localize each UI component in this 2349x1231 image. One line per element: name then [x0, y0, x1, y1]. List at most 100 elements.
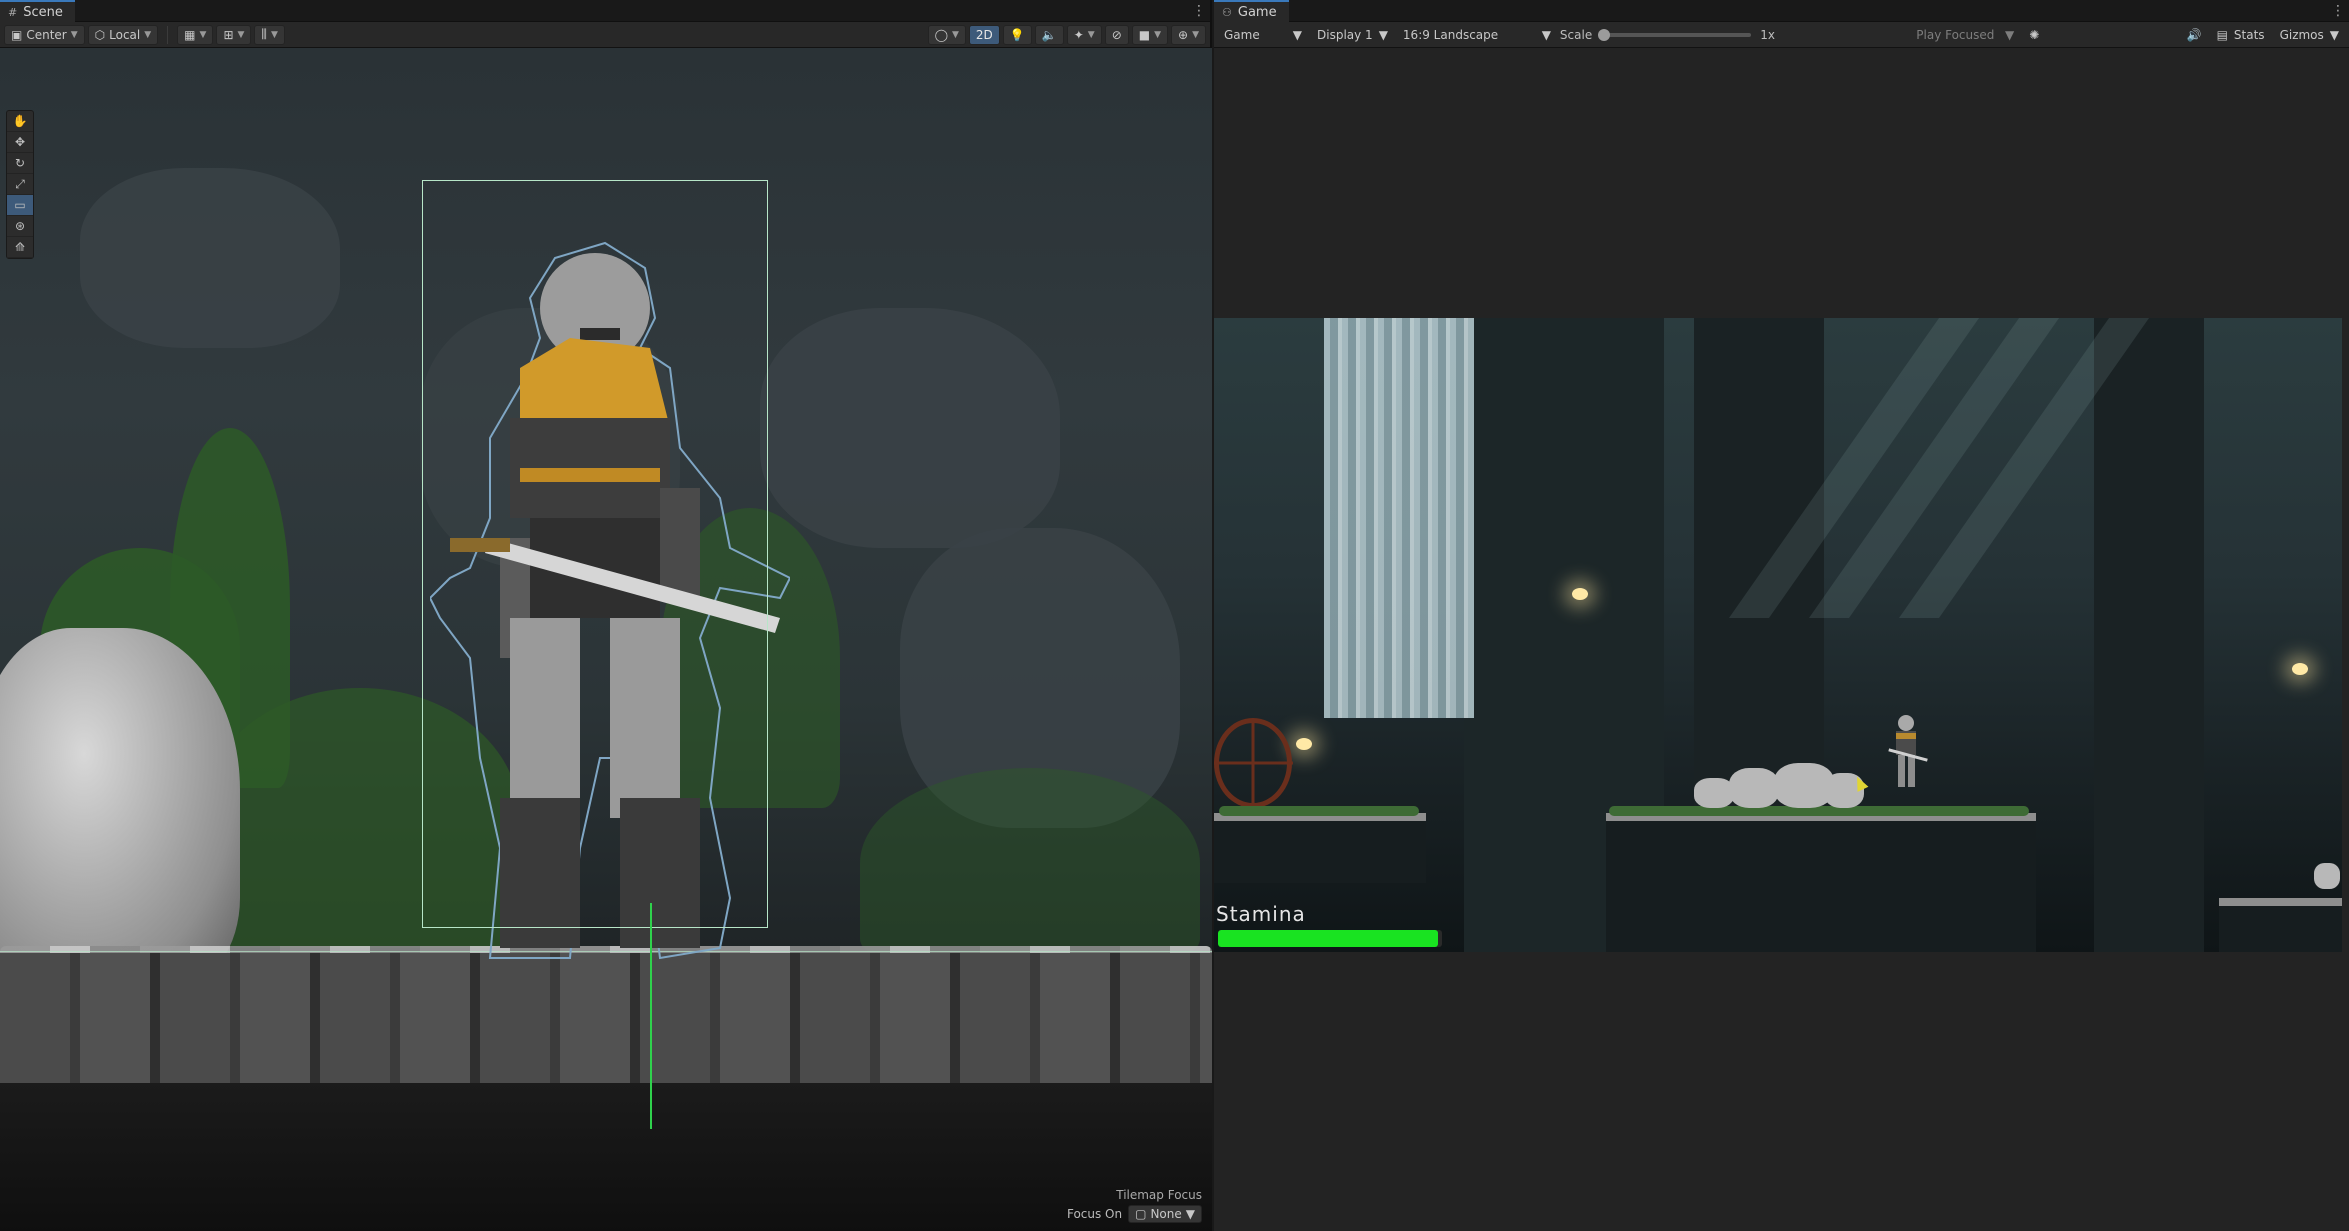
scale-value: 1x	[1760, 27, 1775, 42]
platform-grass	[1609, 806, 2029, 816]
grid-icon: ▦	[184, 27, 196, 42]
tilemap-focus-title: Tilemap Focus	[1116, 1188, 1202, 1202]
bug-icon: ✺	[2029, 27, 2040, 42]
stone-platform-left	[1214, 813, 1426, 883]
cave-cliff	[2094, 318, 2204, 952]
pivot-gizmo[interactable]	[650, 903, 652, 1129]
platform-grass	[1219, 806, 1419, 816]
snap-icon: ⊞	[223, 27, 234, 42]
globe-icon: ⊕	[1178, 27, 1189, 42]
stats-icon: ▤	[2216, 27, 2228, 42]
align-button[interactable]: ⫼ ▼	[254, 24, 285, 45]
game-view-dropdown[interactable]: Game ▼	[1218, 25, 1308, 45]
transform-tool-icon[interactable]: ⊛	[7, 216, 33, 237]
background-rock	[80, 168, 340, 348]
move-tool-icon[interactable]: ✥	[7, 132, 33, 153]
visibility-toggle[interactable]: ⊘	[1104, 24, 1129, 45]
tilemap-focus-overlay: Tilemap Focus Focus On ▢ None ▼	[1067, 1188, 1202, 1223]
debug-button[interactable]: ✺	[2023, 25, 2045, 45]
chevron-down-icon: ▼	[2329, 27, 2340, 42]
display-dropdown[interactable]: Display 1 ▼	[1311, 25, 1394, 45]
gizmos-label: Gizmos	[2279, 27, 2324, 42]
stamina-bar	[1218, 930, 1442, 947]
tab-scene[interactable]: # Scene	[0, 0, 75, 22]
stats-label: Stats	[2233, 27, 2265, 42]
pivot-space-dropdown[interactable]: ⬡ Local ▼	[87, 24, 159, 45]
chevron-down-icon: ▼	[199, 29, 207, 40]
gizmos-dropdown[interactable]: Gizmos ▼	[2274, 25, 2345, 45]
game-viewport[interactable]: Stamina	[1214, 48, 2349, 1231]
game-render-frame[interactable]: Stamina	[1214, 318, 2342, 952]
camera-icon: ■	[1138, 27, 1151, 42]
lighting-toggle[interactable]: 💡	[1002, 24, 1032, 45]
stamina-bar-fill	[1218, 930, 1438, 947]
stone-platform-right	[2219, 898, 2342, 952]
game-menu-icon[interactable]: ⋮	[2331, 2, 2345, 20]
scene-menu-icon[interactable]: ⋮	[1192, 2, 1206, 20]
scale-tool-icon[interactable]: ⤢	[7, 174, 33, 195]
mute-audio-toggle[interactable]: 🔊	[2181, 25, 2208, 45]
mode-2d-toggle[interactable]: 2D	[968, 24, 1000, 45]
scene-tab-icon: #	[8, 5, 18, 19]
selection-rect[interactable]	[422, 180, 768, 928]
draw-mode-dropdown[interactable]: ◯ ▼	[927, 24, 966, 45]
gizmos-dropdown[interactable]: ⊕ ▼	[1171, 24, 1206, 45]
unity-editor: # Scene ⋮ ▣ Center ▼ ⬡ Local ▼ ▦ ▼ ⊞ ▼ ⫼…	[0, 0, 2349, 1231]
custom-tool-icon[interactable]: ⟰	[7, 237, 33, 258]
speaker-icon: 🔊	[2186, 27, 2202, 42]
chevron-down-icon: ▼	[237, 29, 245, 40]
play-mode-dropdown[interactable]: Play Focused ▼	[1910, 25, 2020, 45]
light-bulb-icon: 💡	[1009, 27, 1025, 42]
scene-panel: # Scene ⋮ ▣ Center ▼ ⬡ Local ▼ ▦ ▼ ⊞ ▼ ⫼…	[0, 0, 1212, 1231]
pivot-icon: ▣	[11, 27, 23, 42]
camera-dropdown[interactable]: ■ ▼	[1131, 24, 1169, 45]
chevron-down-icon: ▼	[1185, 1207, 1195, 1221]
pivot-space-label: Local	[109, 27, 141, 42]
toolbar-divider	[167, 25, 169, 44]
audio-toggle[interactable]: 🔈	[1034, 24, 1064, 45]
scale-label: Scale	[1559, 27, 1593, 42]
chevron-down-icon: ▼	[952, 29, 959, 40]
hand-tool-icon[interactable]: ✋	[7, 111, 33, 132]
chevron-down-icon: ▼	[1192, 29, 1199, 40]
shading-sphere-icon: ◯	[934, 27, 948, 42]
pivot-mode-dropdown[interactable]: ▣ Center ▼	[4, 24, 85, 45]
game-panel: ⚇ Game ⋮ Game ▼ Display 1 ▼ 16:9 Landsca…	[1214, 0, 2349, 1231]
effects-icon: ✦	[1073, 27, 1084, 42]
local-space-icon: ⬡	[94, 27, 106, 42]
grass-foliage	[860, 768, 1200, 958]
game-toolbar: Game ▼ Display 1 ▼ 16:9 Landscape ▼ Scal…	[1214, 22, 2349, 48]
grid-snap-button[interactable]: ▦ ▼	[177, 24, 214, 45]
pivot-mode-label: Center	[26, 27, 67, 42]
scene-viewport[interactable]: ✋ ✥ ↻ ⤢ ▭ ⊛ ⟰ Tilemap Focus Focus On ▢ N…	[0, 48, 1212, 1231]
chevron-down-icon: ▼	[270, 29, 278, 40]
rect-tool-icon[interactable]: ▭	[7, 195, 33, 216]
aspect-dropdown[interactable]: 16:9 Landscape ▼	[1397, 25, 1557, 45]
chevron-down-icon: ▼	[1087, 29, 1095, 40]
effects-dropdown[interactable]: ✦ ▼	[1066, 24, 1102, 45]
chevron-down-icon: ▼	[2005, 27, 2015, 42]
background-rock	[760, 308, 1060, 548]
scene-toolbar: ▣ Center ▼ ⬡ Local ▼ ▦ ▼ ⊞ ▼ ⫼ ▼ ◯ ▼ 2D …	[0, 22, 1210, 48]
aspect-label: 16:9 Landscape	[1402, 27, 1499, 42]
game-tab-bar: ⚇ Game ⋮	[1214, 0, 2349, 22]
scale-slider[interactable]	[1598, 28, 1752, 41]
scene-tab-label: Scene	[23, 4, 63, 20]
stats-toggle[interactable]: ▤ Stats	[2211, 25, 2271, 45]
tab-game[interactable]: ⚇ Game	[1214, 0, 1289, 22]
hidden-eye-icon: ⊘	[1111, 27, 1122, 42]
rotate-tool-icon[interactable]: ↻	[7, 153, 33, 174]
chevron-down-icon: ▼	[1541, 27, 1551, 42]
align-icon: ⫼	[261, 27, 267, 41]
player-knight	[1888, 715, 1928, 787]
chevron-down-icon: ▼	[1154, 29, 1162, 40]
snap-increment-button[interactable]: ⊞ ▼	[216, 24, 252, 45]
scale-slider-thumb[interactable]	[1598, 28, 1611, 41]
rubble-rock	[1729, 768, 1779, 808]
candle-light	[1296, 738, 1312, 750]
stamina-label: Stamina	[1216, 902, 1306, 926]
chevron-down-icon: ▼	[1378, 27, 1388, 42]
focus-on-value: None	[1150, 1207, 1182, 1221]
focus-on-dropdown[interactable]: ▢ None ▼	[1128, 1205, 1202, 1223]
gamepad-icon: ⚇	[1222, 5, 1232, 19]
